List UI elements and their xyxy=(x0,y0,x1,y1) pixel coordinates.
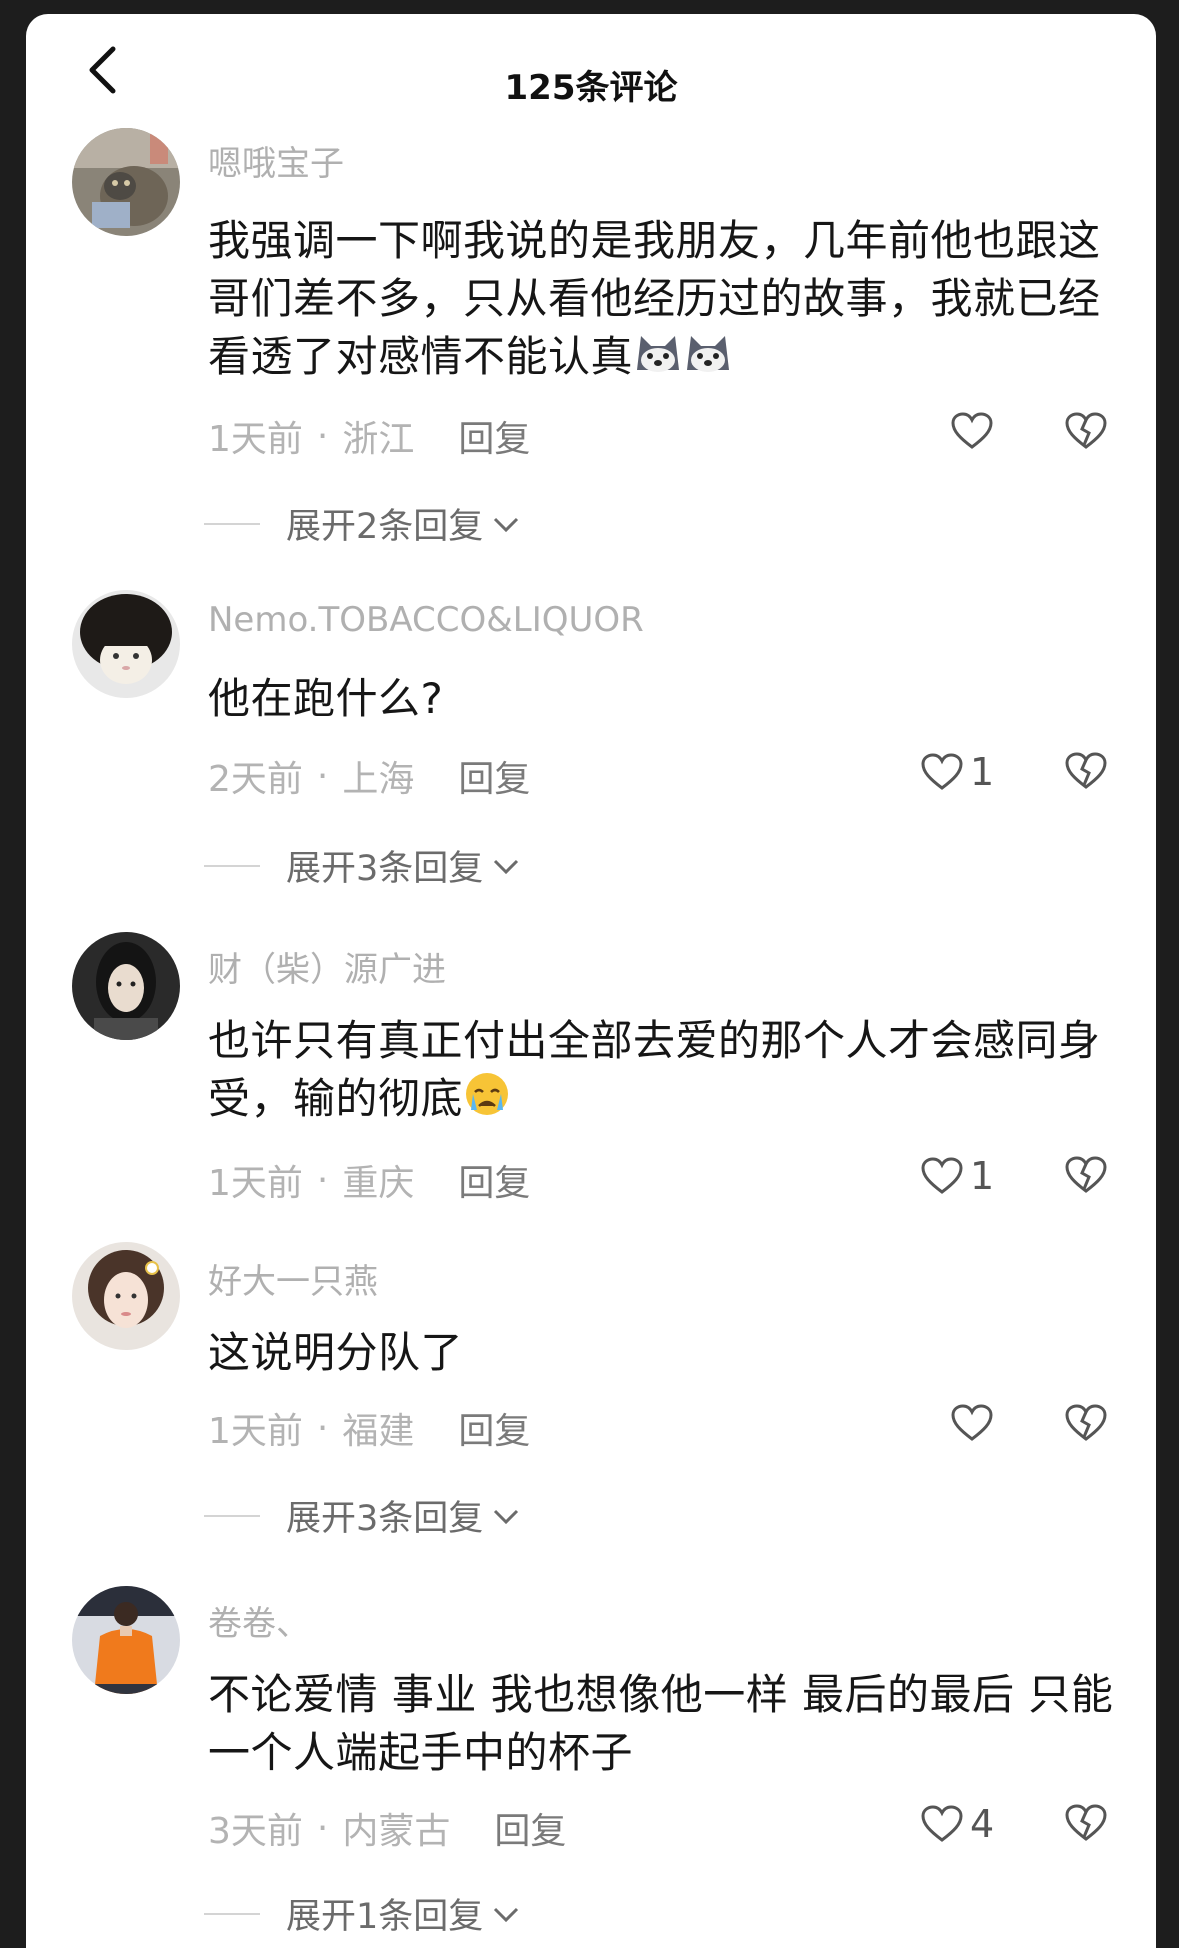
like-count: 4 xyxy=(970,1802,995,1846)
like-count: 1 xyxy=(970,750,995,794)
heart-outline-icon xyxy=(951,412,993,449)
comment-meta: 3天前 · 内蒙古 回复 xyxy=(208,1802,566,1854)
comment-location: 重庆 xyxy=(342,1163,415,1204)
like-button[interactable] xyxy=(950,410,1000,452)
chevron-down-icon xyxy=(494,517,519,532)
dislike-button[interactable] xyxy=(1064,1402,1108,1448)
divider xyxy=(204,1912,260,1915)
dislike-button[interactable] xyxy=(1064,1802,1108,1848)
meta-separator: · xyxy=(316,1159,329,1201)
comment-meta: 1天前 · 福建 回复 xyxy=(208,1402,530,1454)
chevron-down-icon xyxy=(494,1907,519,1922)
expand-replies-button[interactable]: 展开3条回复 xyxy=(204,840,521,891)
comment-text: 他在跑什么? xyxy=(208,674,444,723)
broken-heart-icon xyxy=(1065,1156,1107,1193)
expand-replies-label: 展开3条回复 xyxy=(286,1499,484,1539)
comment-time: 2天前 xyxy=(208,759,303,800)
reply-button[interactable]: 回复 xyxy=(494,1802,566,1854)
broken-heart-icon xyxy=(1065,412,1107,449)
dislike-button[interactable] xyxy=(1064,410,1108,456)
chevron-down-icon xyxy=(494,1509,519,1524)
comment-location: 内蒙古 xyxy=(342,1811,451,1852)
avatar[interactable] xyxy=(72,1242,180,1350)
like-button[interactable]: 1 xyxy=(920,1154,994,1198)
like-button[interactable]: 4 xyxy=(920,1802,994,1846)
comment-meta: 1天前 · 浙江 回复 xyxy=(208,410,530,462)
comment-text: 也许只有真正付出全部去爱的那个人才会感同身受，输的彻底 xyxy=(208,1012,1128,1133)
comment-text: 不论爱情 事业 我也想像他一样 最后的最后 只能一个人端起手中的杯子 xyxy=(208,1670,1114,1777)
reply-button[interactable]: 回复 xyxy=(458,1402,530,1454)
meta-separator: · xyxy=(316,1807,329,1849)
dislike-button[interactable] xyxy=(1064,750,1108,796)
meta-separator: · xyxy=(316,1407,329,1449)
crying-face-emoji xyxy=(463,1070,511,1133)
dislike-button[interactable] xyxy=(1064,1154,1108,1200)
avatar[interactable] xyxy=(72,1586,180,1694)
comment-time: 1天前 xyxy=(208,1411,303,1452)
comment-location: 浙江 xyxy=(342,419,415,460)
broken-heart-icon xyxy=(1065,1804,1107,1841)
chevron-down-icon xyxy=(494,859,519,874)
expand-replies-label: 展开3条回复 xyxy=(286,849,484,889)
expand-replies-button[interactable]: 展开3条回复 xyxy=(204,1490,521,1541)
username[interactable]: 财（柴）源广进 xyxy=(208,942,446,991)
avatar[interactable] xyxy=(72,590,180,698)
comment-text: 我强调一下啊我说的是我朋友，几年前他也跟这哥们差不多，只从看他经历过的故事，我就… xyxy=(208,212,1128,389)
divider xyxy=(204,522,260,525)
comments-sheet: 125条评论 嗯哦宝子 我强调一下啊我说的是我朋友，几年前他也跟这哥们差不多，只… xyxy=(26,14,1156,1948)
comment-count-title: 125条评论 xyxy=(504,68,678,108)
username[interactable]: Nemo.TOBACCO&LIQUOR xyxy=(208,600,644,640)
heart-outline-icon xyxy=(921,1157,963,1194)
reply-button[interactable]: 回复 xyxy=(458,750,530,802)
comment-location: 福建 xyxy=(342,1411,415,1452)
husky-face-emoji xyxy=(683,330,733,389)
reply-button[interactable]: 回复 xyxy=(458,1154,530,1206)
husky-face-emoji xyxy=(633,330,683,389)
avatar[interactable] xyxy=(72,932,180,1040)
reply-button[interactable]: 回复 xyxy=(458,410,530,462)
like-button[interactable]: 1 xyxy=(920,750,994,794)
meta-separator: · xyxy=(316,755,329,797)
broken-heart-icon xyxy=(1065,752,1107,789)
avatar[interactable] xyxy=(72,128,180,236)
expand-replies-label: 展开2条回复 xyxy=(286,507,484,547)
like-count: 1 xyxy=(970,1154,995,1198)
comment-location: 上海 xyxy=(342,759,415,800)
divider xyxy=(204,864,260,867)
heart-outline-icon xyxy=(951,1404,993,1441)
heart-outline-icon xyxy=(921,1805,963,1842)
heart-outline-icon xyxy=(921,753,963,790)
username[interactable]: 好大一只燕 xyxy=(208,1254,378,1303)
divider xyxy=(204,1514,260,1517)
comment-text: 这说明分队了 xyxy=(208,1328,464,1377)
comment-time: 1天前 xyxy=(208,419,303,460)
like-button[interactable] xyxy=(950,1402,1000,1444)
meta-separator: · xyxy=(316,415,329,457)
expand-replies-button[interactable]: 展开1条回复 xyxy=(204,1888,521,1939)
username[interactable]: 嗯哦宝子 xyxy=(208,136,344,185)
broken-heart-icon xyxy=(1065,1404,1107,1441)
username[interactable]: 卷卷、 xyxy=(208,1596,310,1645)
comment-time: 1天前 xyxy=(208,1163,303,1204)
expand-replies-label: 展开1条回复 xyxy=(286,1897,484,1937)
comments-header: 125条评论 xyxy=(26,14,1156,124)
comment-meta: 2天前 · 上海 回复 xyxy=(208,750,530,802)
comment-meta: 1天前 · 重庆 回复 xyxy=(208,1154,530,1206)
expand-replies-button[interactable]: 展开2条回复 xyxy=(204,498,521,549)
comment-time: 3天前 xyxy=(208,1811,303,1852)
